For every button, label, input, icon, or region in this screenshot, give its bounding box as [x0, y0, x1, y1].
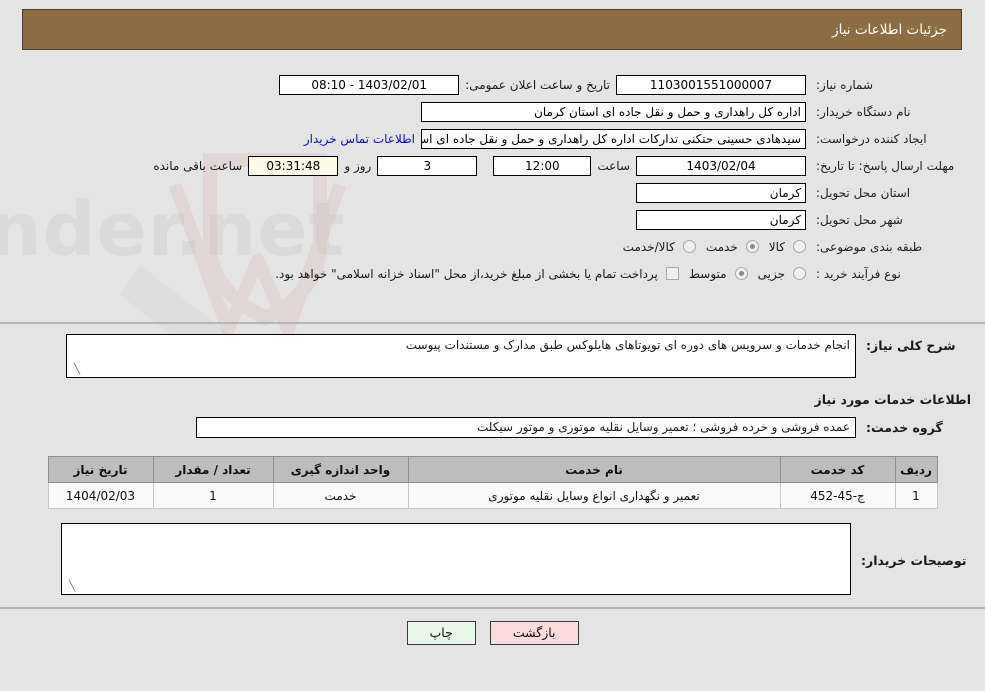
description-textarea[interactable]: انجام خدمات و سرویس های دوره ای تویوتاها…: [66, 334, 856, 378]
cell-unit: خدمت: [272, 482, 409, 509]
row-need-number: شماره نیاز: 1103001551000007 تاریخ و ساع…: [0, 71, 985, 98]
hour-label: ساعت: [597, 158, 630, 173]
need-summary-section: شماره نیاز: 1103001551000007 تاریخ و ساع…: [0, 59, 985, 324]
description-value: انجام خدمات و سرویس های دوره ای تویوتاها…: [405, 338, 850, 352]
cell-qty: 1: [152, 482, 274, 509]
description-label: شرح کلی نیاز:: [866, 338, 956, 353]
category-label-khedmat: خدمت: [705, 239, 738, 254]
header-bar: جزئیات اطلاعات نیاز: [22, 9, 962, 50]
need-number-value[interactable]: 1103001551000007: [616, 74, 806, 95]
treasury-checkbox[interactable]: [665, 267, 679, 280]
need-number-label: شماره نیاز:: [816, 77, 873, 92]
province-value[interactable]: کرمان: [636, 182, 806, 203]
th-code: کد خدمت: [779, 456, 896, 483]
countdown-label: ساعت باقی مانده: [153, 158, 243, 173]
radio-icon-jozi[interactable]: [793, 267, 806, 280]
buyer-org-label: نام دستگاه خریدار:: [816, 104, 911, 119]
category-option-khedmat[interactable]: خدمت: [696, 240, 759, 254]
category-label: طبقه بندی موضوعی:: [816, 239, 923, 254]
province-label: استان محل تحویل:: [816, 185, 911, 200]
process-option-motevaset[interactable]: متوسط: [679, 267, 748, 281]
creator-value[interactable]: سیدهادی حسینی حتکنی تدارکات اداره کل راه…: [421, 128, 806, 149]
radio-icon-motevaset[interactable]: [734, 267, 748, 280]
need-description-section: شرح کلی نیاز: انجام خدمات و سرویس های دو…: [0, 324, 985, 452]
page-title: جزئیات اطلاعات نیاز: [832, 21, 947, 38]
table-header-row: ردیف کد خدمت نام خدمت واحد اندازه گیری ت…: [47, 456, 938, 483]
deadline-time-value[interactable]: 12:00: [493, 155, 592, 176]
category-label-kala-khedmat: کالا/خدمت: [622, 239, 675, 254]
public-announce-value[interactable]: 1403/02/01 - 08:10: [279, 74, 460, 95]
public-announce-label: تاریخ و ساعت اعلان عمومی:: [465, 77, 610, 92]
process-label: نوع فرآیند خرید :: [816, 266, 901, 281]
services-table: ردیف کد خدمت نام خدمت واحد اندازه گیری ت…: [47, 456, 938, 509]
row-province: استان محل تحویل: کرمان: [0, 179, 985, 206]
row-purchase-process: نوع فرآیند خرید : جزیی متوسط پرداخت تمام…: [0, 260, 985, 287]
city-label: شهر محل تحویل:: [816, 212, 903, 227]
radio-icon-khedmat[interactable]: [745, 240, 759, 253]
th-qty: تعداد / مقدار: [152, 456, 274, 483]
process-label-motevaset: متوسط: [688, 266, 727, 281]
buyer-notes-textarea[interactable]: [61, 523, 851, 595]
row-city: شهر محل تحویل: کرمان: [0, 206, 985, 233]
row-creator: ایجاد کننده درخواست: سیدهادی حسینی حتکنی…: [0, 125, 985, 152]
th-date: تاریخ نیاز: [47, 456, 154, 483]
buyer-notes-label: توصیحات خریدار:: [861, 553, 967, 568]
th-row: ردیف: [894, 456, 938, 483]
services-table-wrap: ردیف کد خدمت نام خدمت واحد اندازه گیری ت…: [0, 452, 985, 519]
deadline-date-value[interactable]: 1403/02/04: [636, 155, 806, 176]
footer-actions: بازگشت چاپ: [0, 609, 985, 645]
print-button[interactable]: چاپ: [406, 621, 476, 645]
category-option-kala-khedmat[interactable]: کالا/خدمت: [613, 240, 696, 254]
th-name: نام خدمت: [407, 456, 781, 483]
cell-code: ج-45-452: [779, 482, 896, 509]
cell-row: 1: [894, 482, 938, 509]
buyer-org-value[interactable]: اداره کل راهداری و حمل و نقل جاده ای است…: [421, 101, 806, 122]
days-label: روز و: [344, 158, 372, 173]
process-option-jozi[interactable]: جزیی: [748, 267, 806, 281]
creator-label: ایجاد کننده درخواست:: [816, 131, 927, 146]
page-root: riaTender.net جزئیات اطلاعات نیاز شماره …: [0, 0, 985, 691]
category-label-kala: کالا: [768, 239, 785, 254]
row-description: شرح کلی نیاز: انجام خدمات و سرویس های دو…: [14, 334, 971, 378]
buyer-contact-link[interactable]: اطلاعات تماس خریدار: [298, 132, 421, 146]
row-category: طبقه بندی موضوعی: کالا خدمت کالا/خدمت: [0, 233, 985, 260]
main-panel: شماره نیاز: 1103001551000007 تاریخ و ساع…: [0, 59, 985, 645]
resize-grip-icon[interactable]: [65, 582, 75, 592]
treasury-note: پرداخت تمام یا بخشی از مبلغ خرید،از محل …: [275, 266, 658, 281]
resize-grip-icon[interactable]: [70, 365, 80, 375]
th-unit: واحد اندازه گیری: [272, 456, 409, 483]
process-label-jozi: جزیی: [757, 266, 785, 281]
row-buyer-org: نام دستگاه خریدار: اداره کل راهداری و حم…: [0, 98, 985, 125]
service-group-label: گروه خدمت:: [866, 420, 943, 435]
radio-icon-kala[interactable]: [793, 240, 806, 253]
radio-icon-kala-khedmat[interactable]: [682, 240, 696, 253]
category-option-kala[interactable]: کالا: [759, 240, 806, 254]
table-row[interactable]: 1 ج-45-452 تعمیر و نگهداری انواع وسایل ن…: [47, 482, 938, 509]
countdown-value: 03:31:48: [248, 155, 339, 176]
buyer-notes-row: توصیحات خریدار:: [0, 519, 985, 595]
cell-date: 1404/02/03: [47, 482, 154, 509]
cell-name: تعمیر و نگهداری انواع وسایل نقلیه موتوری: [407, 482, 781, 509]
remaining-days-value[interactable]: 3: [377, 155, 478, 176]
row-deadline: مهلت ارسال پاسخ: تا تاریخ: 1403/02/04 سا…: [0, 152, 985, 179]
service-group-value[interactable]: عمده فروشی و خرده فروشی ؛ تعمیر وسایل نق…: [196, 417, 856, 438]
deadline-label: مهلت ارسال پاسخ: تا تاریخ:: [816, 158, 955, 173]
city-value[interactable]: کرمان: [636, 209, 806, 230]
services-subheading: اطلاعات خدمات مورد نیاز: [814, 392, 972, 407]
row-service-group: گروه خدمت: عمده فروشی و خرده فروشی ؛ تعم…: [14, 417, 971, 448]
back-button[interactable]: بازگشت: [489, 621, 579, 645]
